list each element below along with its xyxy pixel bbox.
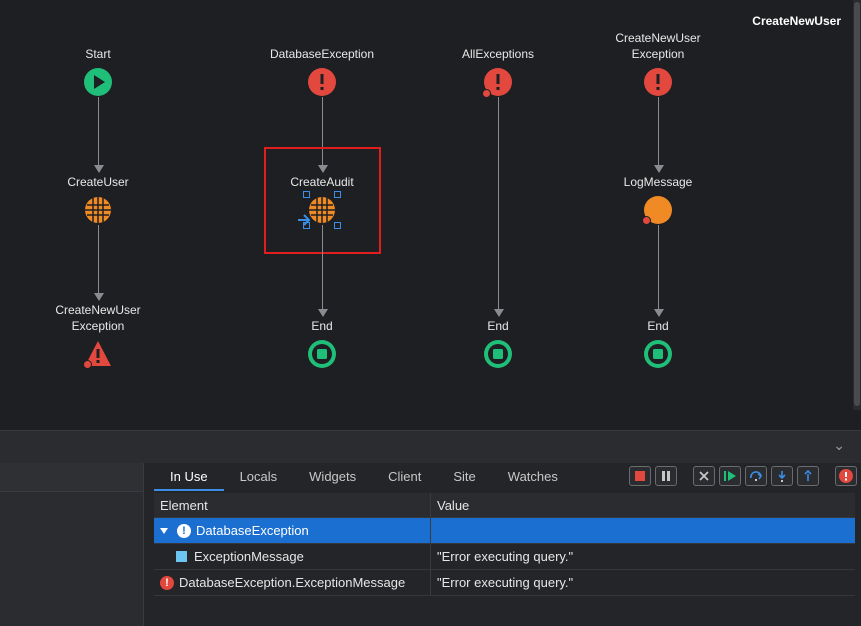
databaseexception-handler-icon[interactable] (308, 68, 336, 96)
debugger-panel: In Use Locals Widgets Client Site Watche… (144, 463, 861, 626)
table-row[interactable]: ! DatabaseException.ExceptionMessage "Er… (154, 570, 855, 596)
end-node-icon[interactable] (308, 340, 336, 368)
canvas-scrollbar[interactable] (853, 0, 861, 410)
flow-title: CreateNewUser (752, 14, 841, 28)
createnewuserexception-label: CreateNewUser Exception (615, 31, 701, 61)
step-out-icon (804, 470, 812, 481)
element-cell: ! DatabaseException.ExceptionMessage (154, 570, 431, 595)
chevron-down-icon[interactable]: ⌄ (833, 437, 845, 454)
pause-button[interactable] (655, 466, 677, 486)
createaudit-label: CreateAudit (290, 175, 354, 189)
grid-header: Element Value (154, 493, 855, 518)
panel-divider[interactable]: ⌄ (0, 430, 861, 464)
variable-icon (176, 551, 187, 562)
debug-values-grid: Element Value ! DatabaseException Except… (154, 493, 855, 596)
table-row[interactable]: ! DatabaseException (154, 518, 855, 544)
end-label: End (647, 319, 669, 333)
value-cell: "Error executing query." (437, 549, 574, 564)
continue-button[interactable] (719, 466, 741, 486)
tab-locals[interactable]: Locals (224, 463, 294, 491)
tab-in-use[interactable]: In Use (154, 463, 224, 491)
resize-handle[interactable] (303, 191, 310, 198)
element-cell: ExceptionMessage (154, 544, 431, 569)
column-header-element[interactable]: Element (154, 493, 431, 517)
exception-icon: ! (177, 523, 191, 538)
expand-toggle-icon[interactable] (160, 527, 168, 534)
tab-watches[interactable]: Watches (492, 463, 574, 491)
end-label: End (487, 319, 509, 333)
breakpoint-arrow-icon (298, 214, 311, 226)
value-cell (431, 518, 855, 543)
flow-canvas[interactable]: CreateNewUser Start CreateUser CreateNew… (0, 0, 853, 430)
pause-icon (662, 471, 670, 481)
resize-handle[interactable] (334, 222, 341, 229)
continue-icon (724, 471, 736, 481)
createnewuserexception-handler-icon[interactable] (644, 68, 672, 96)
break-on-exception-icon (839, 469, 853, 483)
debugger-tabs: In Use Locals Widgets Client Site Watche… (154, 463, 574, 491)
error-marker-icon (482, 89, 491, 98)
column-header-value[interactable]: Value (431, 493, 855, 517)
end-label: End (311, 319, 333, 333)
step-into-icon (778, 471, 786, 482)
abort-button[interactable] (693, 466, 715, 486)
end-node-icon[interactable] (484, 340, 512, 368)
tab-site[interactable]: Site (437, 463, 491, 491)
scrollbar-thumb[interactable] (854, 2, 860, 406)
stop-button[interactable] (629, 466, 651, 486)
allexceptions-label: AllExceptions (461, 47, 535, 61)
element-name: ExceptionMessage (194, 549, 304, 564)
start-label: Start (85, 47, 111, 61)
tab-widgets[interactable]: Widgets (293, 463, 372, 491)
error-marker-icon (642, 216, 651, 225)
stop-icon (635, 471, 645, 481)
table-row[interactable]: ExceptionMessage "Error executing query.… (154, 544, 855, 570)
debugger-toolbar (629, 466, 857, 486)
createuser-label: CreateUser (67, 175, 129, 189)
tab-client[interactable]: Client (372, 463, 437, 491)
value-cell: "Error executing query." (437, 575, 574, 590)
element-cell: ! DatabaseException (154, 518, 431, 543)
createaudit-action-icon[interactable] (308, 196, 336, 224)
databaseexception-label: DatabaseException (269, 47, 375, 61)
step-over-button[interactable] (745, 466, 767, 486)
element-name: DatabaseException.ExceptionMessage (179, 575, 406, 590)
debug-threads-pane (0, 463, 144, 626)
error-marker-icon (83, 360, 92, 369)
step-into-button[interactable] (771, 466, 793, 486)
element-name: DatabaseException (196, 523, 309, 538)
start-node-icon[interactable] (84, 68, 112, 96)
logmessage-label: LogMessage (623, 175, 693, 189)
abort-icon (699, 471, 709, 481)
createuser-action-icon[interactable] (84, 196, 112, 224)
end-node-icon[interactable] (644, 340, 672, 368)
resize-handle[interactable] (334, 191, 341, 198)
raise-exception-label: CreateNewUser Exception (55, 303, 141, 333)
step-over-icon (750, 471, 763, 481)
exception-icon: ! (160, 575, 174, 590)
threads-header (0, 463, 143, 492)
step-out-button[interactable] (797, 466, 819, 486)
break-on-exception-button[interactable] (835, 466, 857, 486)
